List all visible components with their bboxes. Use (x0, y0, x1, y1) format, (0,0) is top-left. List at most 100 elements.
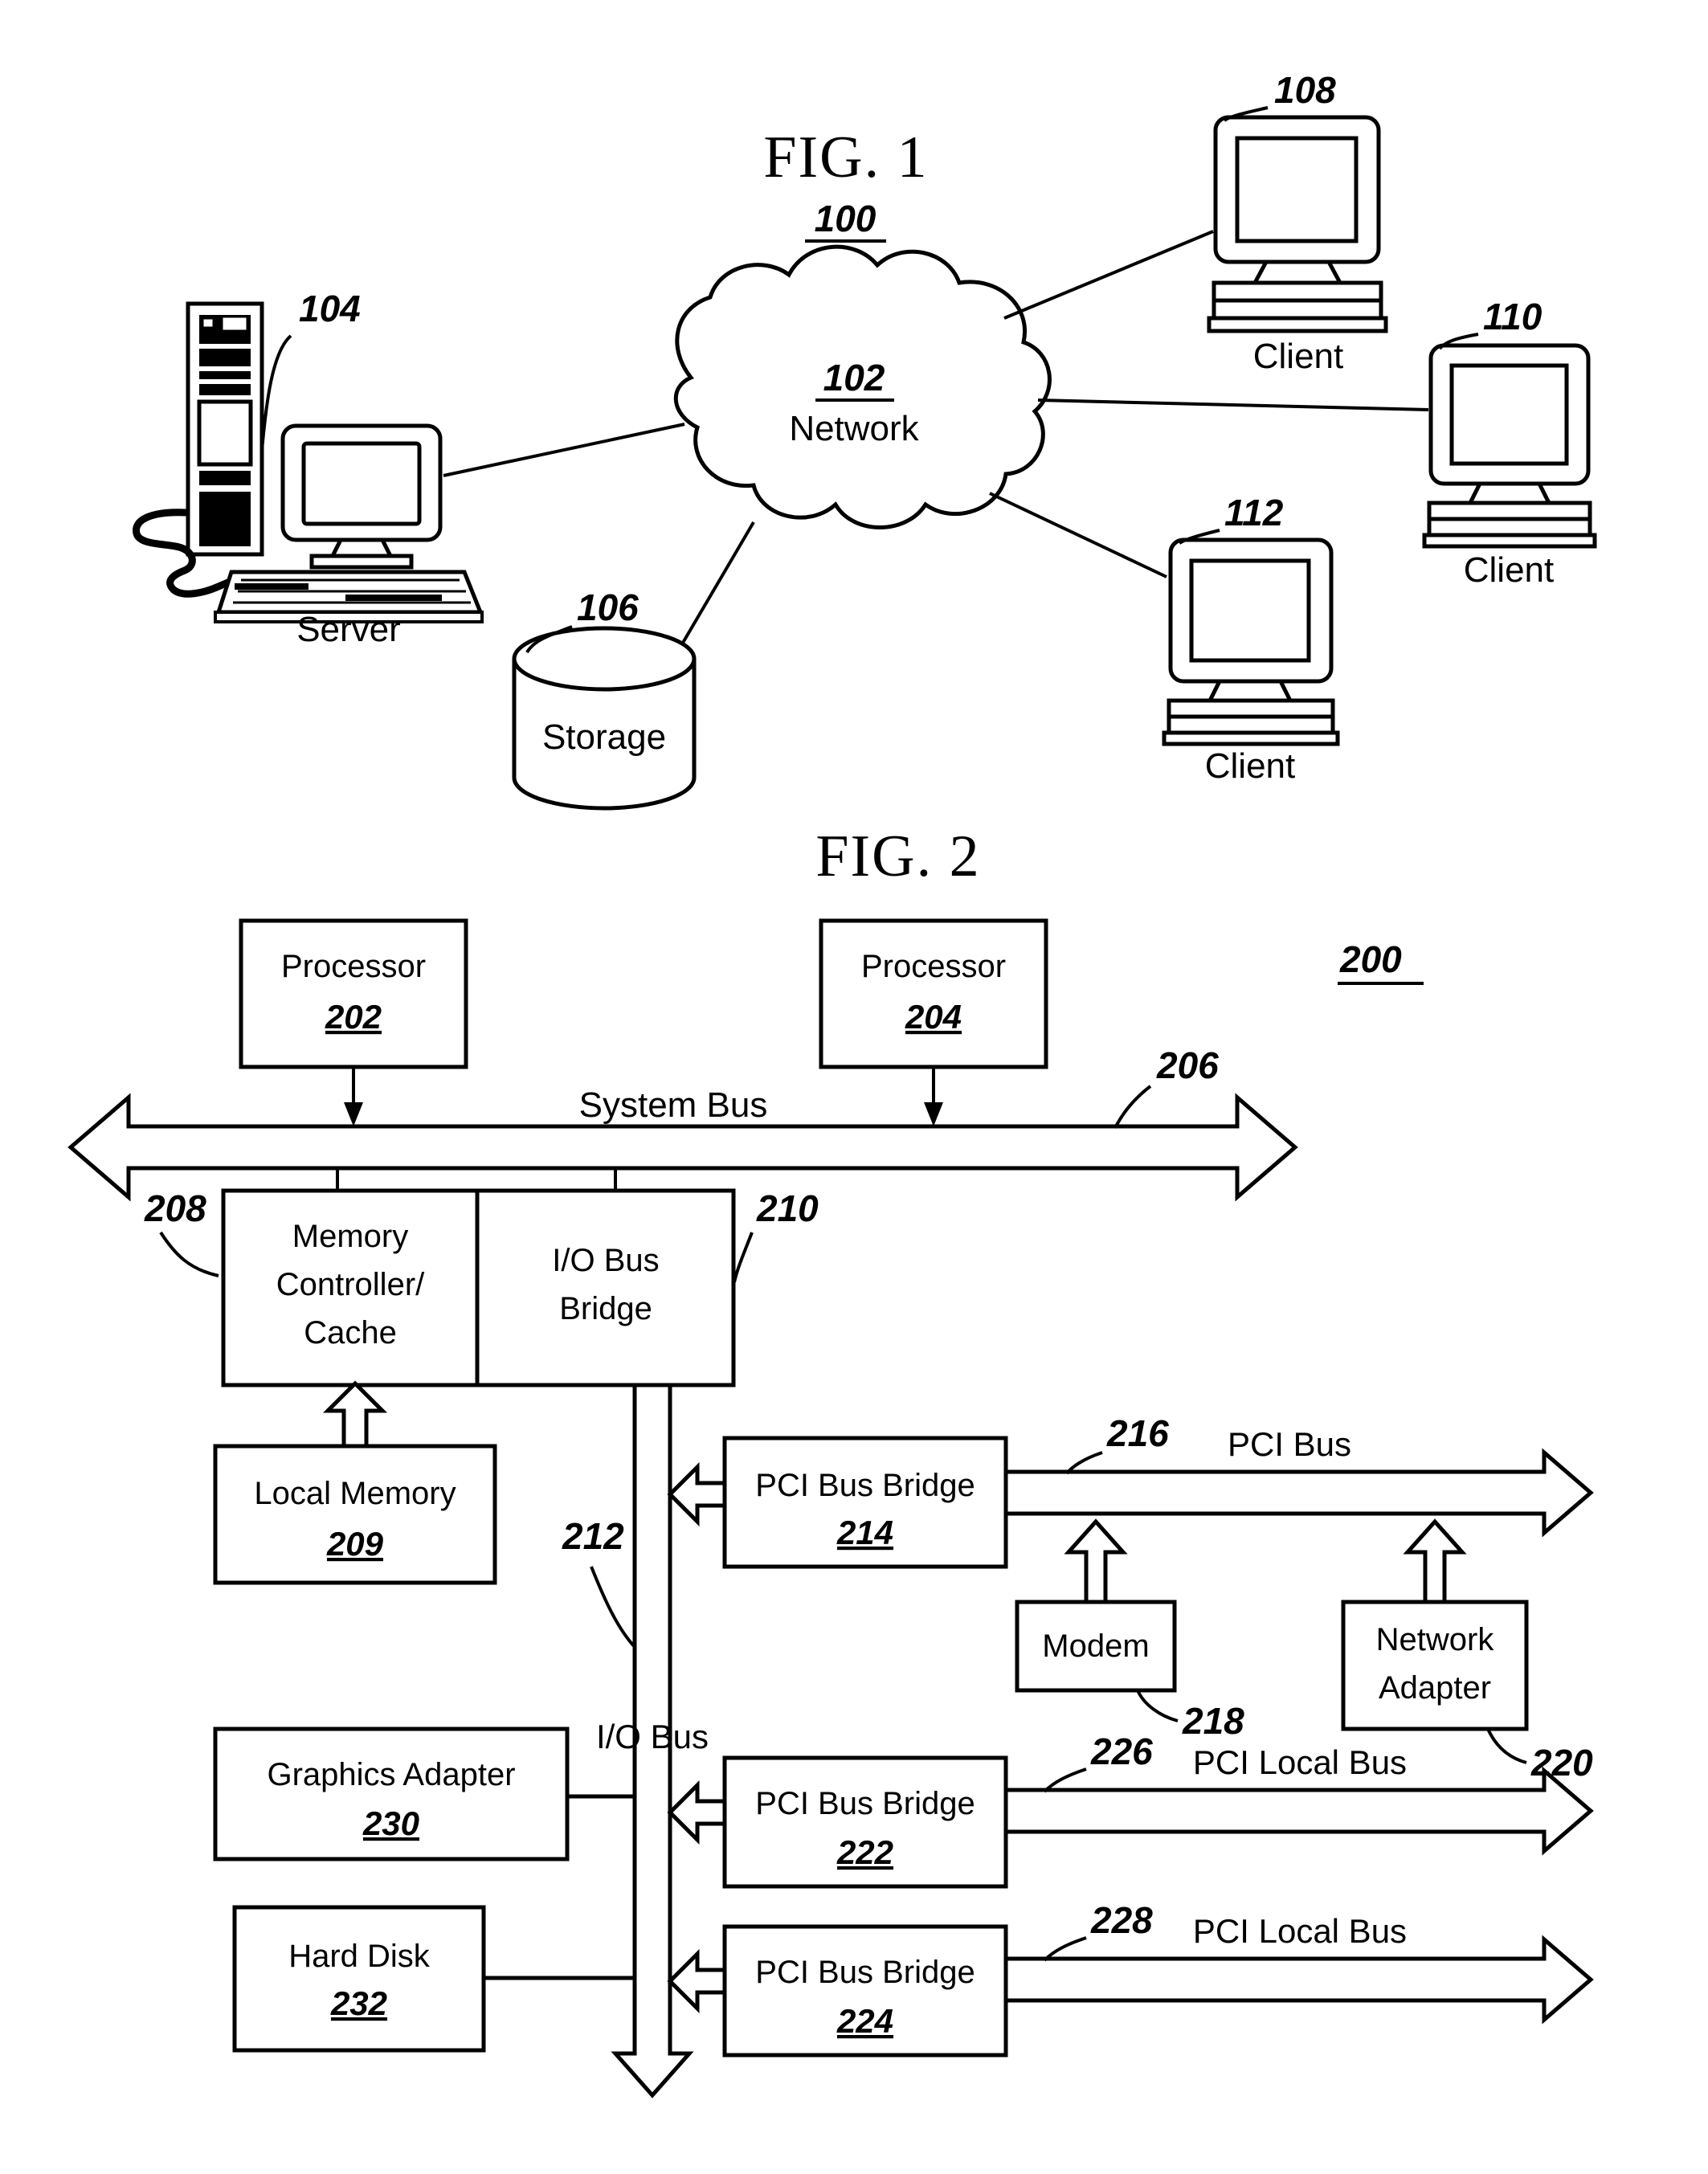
client-108-label: Client (1253, 337, 1344, 376)
io-bus-bridge-reference-210: 210 (756, 1187, 819, 1229)
system-bus-leader-line (1113, 1085, 1152, 1129)
io-bus-bridge-line1: I/O Bus (552, 1243, 659, 1278)
client-110-label: Client (1464, 550, 1555, 590)
client-112-base-row-2 (1167, 714, 1335, 735)
network-label: Network (789, 409, 919, 448)
figure-2-title: FIG. 2 (815, 823, 980, 889)
hard-disk-label: Hard Disk (288, 1939, 431, 1974)
client-112-label: Client (1205, 746, 1296, 786)
hard-disk-box (232, 1905, 486, 2053)
client-110-monitor-screen (1449, 363, 1569, 466)
network-reference-102: 102 (823, 357, 885, 398)
pci-local-bus-226-arrow (1003, 1766, 1594, 1856)
client-112-base-row-1 (1167, 698, 1335, 719)
client-110-base-row-2 (1427, 517, 1592, 537)
network-adapter-reference-220: 220 (1530, 1742, 1593, 1784)
local-memory-label: Local Memory (254, 1476, 456, 1511)
client-108-monitor-neck (1251, 260, 1344, 285)
client-112-base-row-3 (1162, 730, 1340, 746)
pci-bridge-224-label: PCI Bus Bridge (755, 1955, 975, 1990)
server-tower-drive-bay-4 (199, 384, 251, 395)
processor-202-box (239, 918, 468, 1069)
processor-202-arrowhead (344, 1102, 363, 1126)
client-108-monitor-screen (1235, 136, 1359, 243)
memory-controller-line2: Controller/ (276, 1267, 425, 1302)
storage-cylinder-top (512, 626, 697, 692)
server-tower-panel (197, 399, 253, 467)
client-108-base-row-3 (1207, 316, 1388, 333)
network-adapter-arrow (1403, 1518, 1467, 1604)
processor-204-arrowhead (924, 1102, 943, 1126)
pci-local-bus-226-reference: 226 (1090, 1731, 1153, 1772)
memory-controller-line3: Cache (304, 1315, 397, 1351)
client-110-reference: 110 (1483, 296, 1543, 337)
client-108-base-row-2 (1212, 298, 1383, 321)
pci-bridge-222-reference: 222 (836, 1833, 893, 1871)
memory-controller-reference-208: 208 (144, 1187, 206, 1229)
pci-bridge-222-left-arrow (667, 1780, 727, 1845)
memory-controller-line1: Memory (292, 1219, 408, 1254)
network-adapter-line1: Network (1376, 1622, 1495, 1657)
system-bus-label: System Bus (579, 1085, 768, 1125)
figure-2-group: FIG. 2 200 Processor 202 Processor 204 S… (67, 823, 1594, 2098)
pci-bridge-222-label: PCI Bus Bridge (755, 1786, 975, 1821)
server-tower-drive-bay-5 (199, 471, 251, 485)
server-keyboard-keyrow-a (235, 583, 309, 590)
server-label: Server (296, 610, 401, 649)
pci-local-bus-228-reference: 228 (1090, 1899, 1153, 1941)
network-adapter-box (1341, 1600, 1529, 1731)
io-bus-label: I/O Bus (596, 1718, 709, 1755)
server-monitor-screen (301, 441, 422, 526)
link-storage-network (681, 521, 755, 644)
client-112-monitor-screen (1189, 558, 1311, 663)
pci-bridge-214-label: PCI Bus Bridge (755, 1468, 975, 1503)
link-network-client-112 (989, 492, 1167, 578)
modem-leader-line (1136, 1690, 1179, 1722)
pci-local-bus-226-label: PCI Local Bus (1193, 1743, 1407, 1781)
pci-bus-216-arrow (1003, 1448, 1594, 1538)
client-110-monitor-neck (1466, 482, 1553, 505)
server-monitor-stand (309, 554, 414, 570)
server-reference-104: 104 (299, 288, 361, 329)
io-bus-bridge-line2: Bridge (559, 1291, 652, 1326)
processor-202-reference: 202 (325, 998, 382, 1036)
hard-disk-reference: 232 (330, 1984, 387, 2022)
server-tower-base-panel (199, 492, 251, 546)
server-keyboard-keyrow-b (345, 595, 442, 601)
client-112-reference: 112 (1224, 492, 1284, 533)
graphics-adapter-label: Graphics Adapter (267, 1757, 515, 1792)
figure-1-group: FIG. 1 100 102 Network 104 Server Storag… (133, 69, 1597, 811)
modem-label: Modem (1042, 1628, 1149, 1664)
server-tower-slot (220, 315, 249, 333)
figure-1-title: FIG. 1 (763, 125, 928, 190)
figure-2-reference-200: 200 (1339, 938, 1402, 980)
network-adapter-leader-line (1486, 1728, 1527, 1764)
storage-label: Storage (542, 717, 666, 757)
modem-arrow (1064, 1518, 1128, 1604)
network-adapter-line2: Adapter (1379, 1670, 1491, 1706)
local-memory-reference: 209 (326, 1525, 384, 1563)
link-network-client-110 (1037, 398, 1429, 411)
io-bus-reference-212: 212 (562, 1515, 624, 1557)
processor-204-label: Processor (861, 949, 1006, 984)
processor-204-box (819, 918, 1048, 1069)
link-server-network (443, 423, 685, 477)
client-110-base-row-1 (1427, 501, 1592, 521)
io-bus-bridge-leader-line (733, 1232, 754, 1283)
processor-204-reference: 204 (905, 998, 962, 1036)
modem-reference-218: 218 (1182, 1700, 1244, 1742)
storage-reference-106: 106 (577, 586, 639, 628)
pci-bridge-224-left-arrow (667, 1948, 727, 2014)
patent-drawing-sheet: FIG. 1 100 102 Network 104 Server Storag… (0, 0, 1708, 2174)
pci-bridge-214-left-arrow (667, 1461, 727, 1527)
client-110-base-row-3 (1422, 533, 1597, 549)
io-bus-leader-line (590, 1566, 636, 1649)
client-108-reference: 108 (1274, 69, 1336, 111)
pci-local-bus-228-arrow (1003, 1935, 1594, 2025)
figures-canvas: FIG. 1 100 102 Network 104 Server Storag… (67, 69, 1597, 2098)
memory-controller-leader-line (159, 1231, 219, 1277)
server-tower-led (201, 317, 215, 329)
pci-bridge-224-reference: 224 (836, 2002, 893, 2040)
system-bus-reference-206: 206 (1156, 1044, 1219, 1086)
pci-bus-216-reference: 216 (1106, 1412, 1169, 1454)
